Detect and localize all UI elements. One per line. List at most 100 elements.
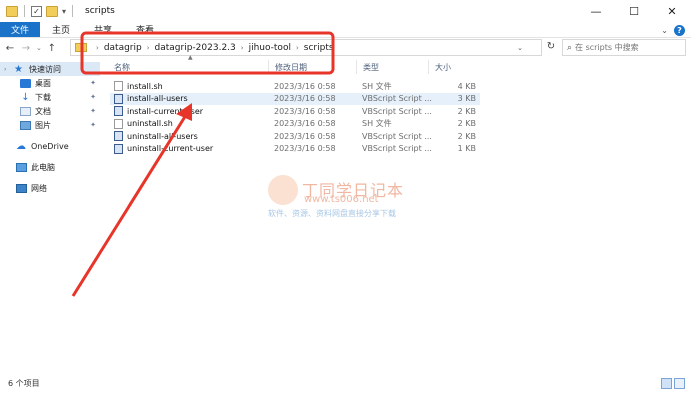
- maximize-button[interactable]: ☐: [615, 0, 653, 22]
- file-date: 2023/3/16 0:58: [274, 81, 336, 91]
- nav-label: 此电脑: [31, 162, 55, 172]
- nav-label: 网络: [31, 183, 47, 193]
- navigation-pane: › ★ 快速访问 桌面 ✦ ↓ 下载 ✦ 文档 ✦ 图片 ✦ ☁ OneDriv…: [0, 62, 100, 372]
- file-row[interactable]: install.sh 2023/3/16 0:58 SH 文件 4 KB: [110, 80, 480, 93]
- nav-pictures[interactable]: 图片 ✦: [0, 118, 100, 132]
- file-size: 1 KB: [457, 144, 476, 154]
- file-row[interactable]: uninstall-current-user 2023/3/16 0:58 VBSc…: [110, 143, 480, 156]
- file-name-cell[interactable]: uninstall.sh: [114, 118, 264, 131]
- address-dropdown-icon[interactable]: ⌄: [517, 44, 523, 52]
- search-icon: ⌕: [567, 42, 573, 53]
- breadcrumb-scripts[interactable]: scripts: [304, 43, 334, 53]
- download-icon: ↓: [21, 91, 30, 103]
- new-folder-icon[interactable]: [46, 5, 58, 17]
- search-input[interactable]: [575, 43, 676, 52]
- title-bar: ✓ ▾ scripts — ☐ ✕: [0, 0, 691, 22]
- nav-this-pc[interactable]: 此电脑: [0, 160, 100, 174]
- breadcrumb-datagrip[interactable]: datagrip: [104, 43, 142, 53]
- file-list: ▲ 名称 修改日期 类型 大小 install.sh 2023/3/16 0:58…: [110, 54, 480, 156]
- nav-downloads[interactable]: ↓ 下载 ✦: [0, 90, 100, 104]
- nav-documents[interactable]: 文档 ✦: [0, 104, 100, 118]
- file-type: SH 文件: [362, 119, 392, 129]
- file-row[interactable]: install-current-user 2023/3/16 0:58 VBScri…: [110, 105, 480, 118]
- column-header-date[interactable]: 修改日期: [268, 60, 356, 74]
- item-count: 6 个项目: [8, 379, 40, 388]
- large-icons-view-icon[interactable]: [674, 378, 685, 389]
- tab-view[interactable]: 查看: [124, 22, 166, 37]
- file-type: VBScript Script ...: [362, 131, 432, 141]
- file-type: SH 文件: [362, 81, 392, 91]
- breadcrumb-datagrip-version[interactable]: datagrip-2023.2.3: [155, 43, 236, 53]
- nav-label: 图片: [35, 120, 51, 130]
- watermark-url: www.ts006.net: [304, 194, 379, 205]
- search-box[interactable]: ⌕: [562, 39, 686, 56]
- watermark: 丁同学日记本 www.ts006.net 软件、资源、资料网盘直接分享下载: [268, 175, 438, 220]
- file-size: 2 KB: [457, 119, 476, 129]
- minimize-button[interactable]: —: [577, 0, 615, 22]
- file-name-cell[interactable]: install.sh: [114, 80, 264, 93]
- divider: [72, 5, 74, 17]
- file-name-cell[interactable]: uninstall-all-users: [114, 130, 264, 143]
- file-name: uninstall-all-users: [127, 131, 198, 141]
- details-view-icon[interactable]: [661, 378, 672, 389]
- file-date: 2023/3/16 0:58: [274, 119, 336, 129]
- file-type: VBScript Script ...: [362, 94, 432, 104]
- tab-share[interactable]: 共享: [82, 22, 124, 37]
- column-header-type[interactable]: 类型: [356, 60, 428, 74]
- sh-file-icon: [114, 118, 123, 129]
- column-header-size[interactable]: 大小: [428, 60, 480, 74]
- forward-arrow-icon[interactable]: →: [20, 43, 32, 54]
- file-row[interactable]: uninstall-all-users 2023/3/16 0:58 VBScrip…: [110, 130, 480, 143]
- nav-label: OneDrive: [31, 141, 69, 151]
- file-name: uninstall-current-user: [127, 144, 214, 154]
- quick-access-toolbar-dropdown-icon[interactable]: ▾: [62, 7, 66, 16]
- folder-icon: [75, 43, 87, 52]
- column-header-name[interactable]: 名称: [110, 60, 268, 74]
- back-arrow-icon[interactable]: ←: [4, 43, 16, 54]
- file-type: VBScript Script ...: [362, 106, 432, 116]
- chevron-right-icon[interactable]: ›: [96, 44, 99, 52]
- up-arrow-icon[interactable]: ↑: [46, 43, 58, 54]
- properties-icon[interactable]: ✓: [31, 5, 42, 17]
- desktop-icon: [20, 78, 31, 88]
- file-size: 4 KB: [457, 81, 476, 91]
- watermark-subtitle: 软件、资源、资料网盘直接分享下载: [268, 209, 396, 218]
- file-name-cell[interactable]: uninstall-current-user: [114, 143, 264, 156]
- document-icon: [20, 106, 31, 116]
- chevron-right-icon[interactable]: ›: [296, 44, 299, 52]
- file-date: 2023/3/16 0:58: [274, 144, 336, 154]
- refresh-icon[interactable]: ↻: [544, 41, 558, 55]
- file-date: 2023/3/16 0:58: [274, 106, 336, 116]
- file-size: 3 KB: [457, 94, 476, 104]
- expand-ribbon-icon[interactable]: ⌄: [661, 26, 668, 35]
- sh-file-icon: [114, 81, 123, 92]
- recent-locations-icon[interactable]: ⌄: [36, 44, 42, 52]
- chevron-right-icon[interactable]: ›: [241, 44, 244, 52]
- help-icon[interactable]: ?: [674, 24, 685, 36]
- file-name: install-all-users: [127, 94, 188, 104]
- file-name-cell[interactable]: install-current-user: [114, 105, 264, 118]
- ribbon-tabs: 文件 主页 共享 查看 ⌄ ?: [0, 22, 691, 38]
- close-button[interactable]: ✕: [653, 0, 691, 22]
- pin-icon: ✦: [90, 79, 96, 87]
- nav-onedrive[interactable]: ☁ OneDrive: [0, 139, 100, 153]
- nav-desktop[interactable]: 桌面 ✦: [0, 76, 100, 90]
- chevron-right-icon[interactable]: ›: [147, 44, 150, 52]
- tab-file[interactable]: 文件: [0, 22, 41, 37]
- breadcrumb-jihuo-tool[interactable]: jihuo-tool: [249, 43, 291, 53]
- nav-network[interactable]: 网络: [0, 181, 100, 195]
- file-row[interactable]: install-all-users 2023/3/16 0:58 VBScript …: [110, 92, 480, 106]
- vbscript-file-icon: [114, 93, 123, 104]
- file-name-cell[interactable]: install-all-users: [114, 93, 264, 106]
- expand-chevron-icon[interactable]: ›: [4, 66, 12, 73]
- address-row: ← → ⌄ ↑ › datagrip › datagrip-2023.2.3 ›…: [0, 38, 691, 58]
- nav-label: 桌面: [35, 78, 51, 88]
- file-date: 2023/3/16 0:58: [274, 131, 336, 141]
- file-name: install.sh: [127, 81, 163, 91]
- tab-home[interactable]: 主页: [40, 22, 82, 37]
- address-bar[interactable]: › datagrip › datagrip-2023.2.3 › jihuo-t…: [70, 39, 542, 56]
- nav-quick-access[interactable]: › ★ 快速访问: [0, 62, 100, 76]
- nav-label: 文档: [35, 106, 51, 116]
- file-date: 2023/3/16 0:58: [274, 94, 336, 104]
- file-row[interactable]: uninstall.sh 2023/3/16 0:58 SH 文件 2 KB: [110, 118, 480, 131]
